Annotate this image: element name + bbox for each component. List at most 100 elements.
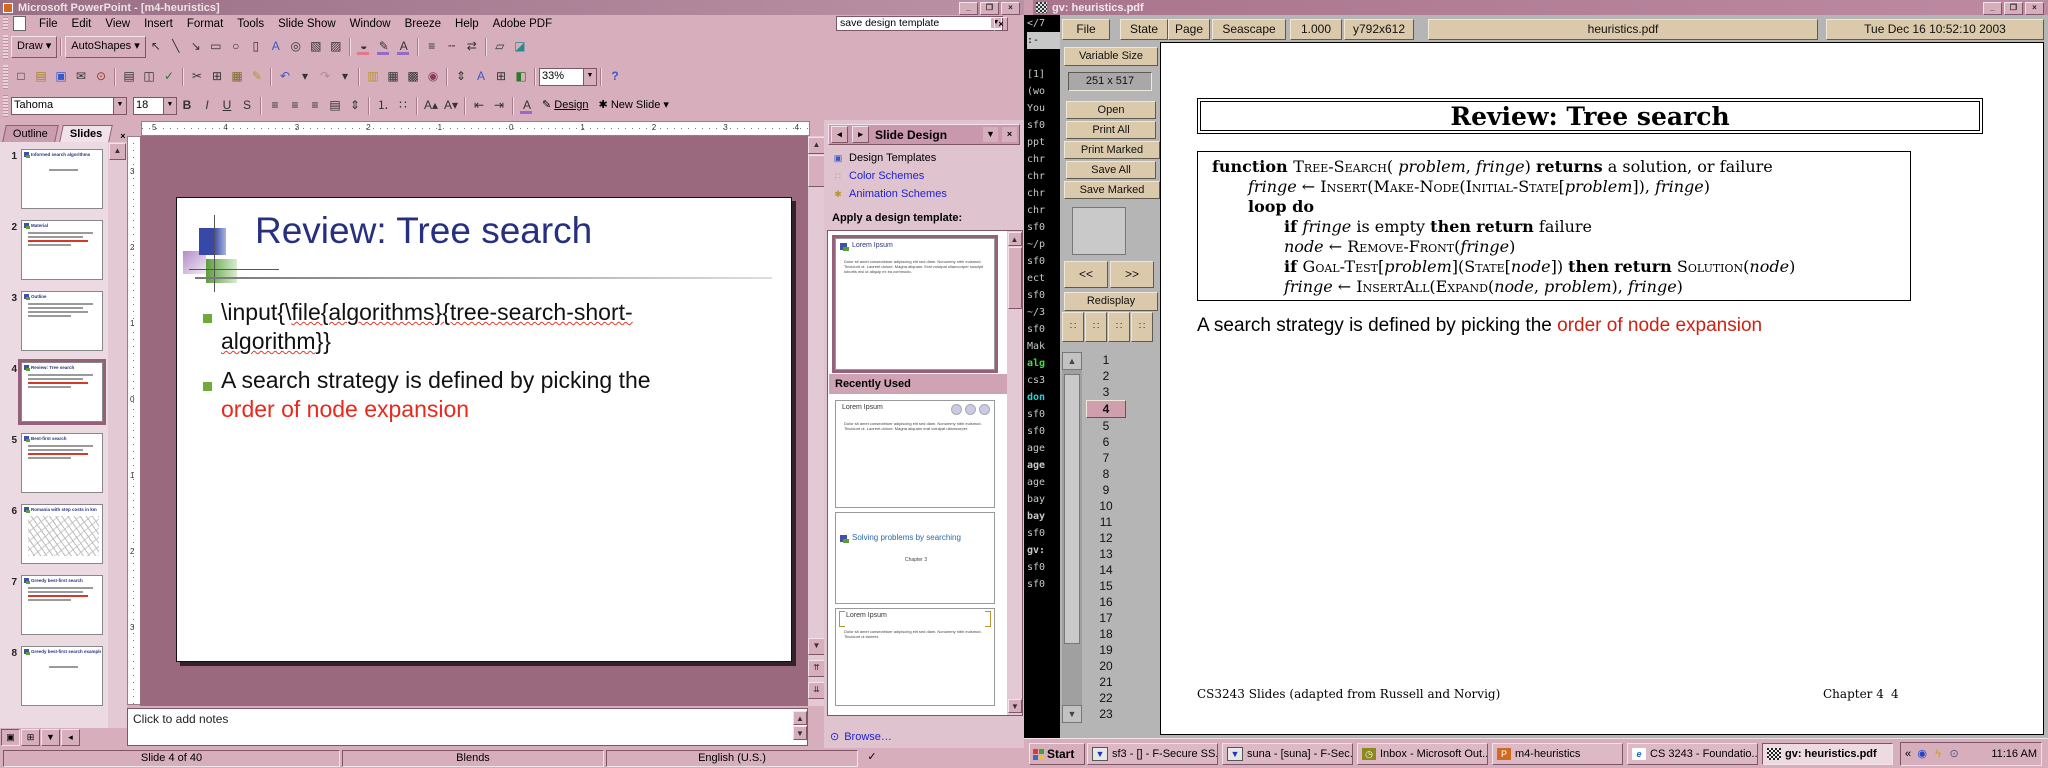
gv-page-number-7[interactable]: 7: [1086, 450, 1126, 466]
decrease-font-icon[interactable]: A▾: [442, 97, 460, 115]
search-tray-icon[interactable]: ⊙: [1947, 747, 1961, 761]
xterm-window[interactable]: </7:- [1](woYousf0pptchrchrchrchrsf0~/ps…: [1024, 15, 1060, 738]
scroll-up-icon[interactable]: ▲: [1008, 232, 1022, 246]
dash-style-icon[interactable]: ╌: [443, 38, 461, 56]
thumbnails-scrollbar[interactable]: ▲: [108, 142, 127, 728]
notes-scrollbar[interactable]: ▲ ▼: [793, 710, 807, 744]
clip-art-icon[interactable]: ▧: [307, 38, 325, 56]
start-button[interactable]: Start: [1029, 743, 1085, 765]
forward-icon[interactable]: ▸: [852, 126, 869, 143]
menu-file[interactable]: File: [32, 17, 65, 31]
gv-page-number-17[interactable]: 17: [1086, 610, 1126, 626]
gv-media-button[interactable]: y792x612: [1344, 19, 1414, 40]
cut-icon[interactable]: ✂: [188, 68, 206, 86]
gv-pagelist-scrollbar[interactable]: ▲ ▼: [1062, 352, 1082, 723]
gv-save-all-button[interactable]: Save All: [1066, 161, 1156, 179]
toolbar-grip[interactable]: [3, 65, 8, 89]
taskbar-task-4[interactable]: Pm4-heuristics: [1492, 743, 1623, 765]
thumbnail-slide[interactable]: Best-first search: [21, 433, 103, 493]
template-list-scrollbar[interactable]: ▲ ▼: [1007, 231, 1022, 715]
menu-help[interactable]: Help: [448, 17, 486, 31]
gv-page-number-13[interactable]: 13: [1086, 546, 1126, 562]
gv-page-number-14[interactable]: 14: [1086, 562, 1126, 578]
gv-page-number-2[interactable]: 2: [1086, 368, 1126, 384]
insert-chart-icon[interactable]: ▥: [364, 68, 382, 86]
gv-page-number-9[interactable]: 9: [1086, 482, 1126, 498]
gv-next-page-button[interactable]: >>: [1110, 261, 1154, 288]
previous-slide-icon[interactable]: ⇈: [808, 660, 825, 677]
text-box-icon[interactable]: ▯: [247, 38, 265, 56]
wordart-icon[interactable]: A: [267, 38, 285, 56]
gv-page-number-10[interactable]: 10: [1086, 498, 1126, 514]
gv-mark-toggle-1[interactable]: ∷: [1062, 312, 1084, 342]
minimize-button[interactable]: _: [1983, 2, 2002, 15]
scrollbar-thumb[interactable]: [1008, 247, 1022, 309]
expand-all-icon[interactable]: ⇕: [452, 68, 470, 86]
zoom-combo[interactable]: 33%▼: [539, 68, 597, 86]
italic-icon[interactable]: I: [198, 97, 216, 115]
redo-dropdown-icon[interactable]: ▾: [336, 68, 354, 86]
font-name-combo[interactable]: Tahoma▼: [11, 97, 127, 115]
scrollbar-thumb[interactable]: [808, 155, 825, 187]
gv-file-button[interactable]: File: [1062, 19, 1110, 40]
numbering-icon[interactable]: ⒈: [374, 97, 392, 115]
slide-title-text[interactable]: Review: Tree search: [255, 210, 775, 252]
arrow-icon[interactable]: ↘: [187, 38, 205, 56]
font-color-icon[interactable]: A: [518, 97, 536, 115]
slide-thumbnail-3[interactable]: 3Outline: [0, 291, 108, 355]
gv-page-number-11[interactable]: 11: [1086, 514, 1126, 530]
close-button[interactable]: ×: [1001, 2, 1020, 15]
autoshapes-menu-button[interactable]: AutoShapes ▾: [65, 36, 146, 58]
thumbnail-slide[interactable]: Romania with step costs in km: [21, 504, 103, 564]
slide-thumbnail-4[interactable]: 4Review: Tree search: [0, 362, 108, 426]
gv-page-number-19[interactable]: 19: [1086, 642, 1126, 658]
gv-open-button[interactable]: Open: [1066, 101, 1156, 119]
menu-adobe-pdf[interactable]: Adobe PDF: [486, 17, 559, 31]
normal-view-button[interactable]: ▣: [1, 729, 20, 746]
task-pane-item-design-templates[interactable]: ▣Design Templates: [832, 150, 936, 166]
askbox-close-icon[interactable]: ×: [994, 17, 1008, 31]
gv-page-number-4[interactable]: 4: [1086, 400, 1126, 418]
thumbnail-slide[interactable]: Outline: [21, 291, 103, 351]
align-center-icon[interactable]: ≡: [286, 97, 304, 115]
gv-redisplay-button[interactable]: Redisplay: [1064, 292, 1158, 311]
slide[interactable]: Review: Tree search \input{\file{algorit…: [176, 197, 792, 662]
line-style-icon[interactable]: ≡: [423, 38, 441, 56]
bold-icon[interactable]: B: [178, 97, 196, 115]
template-recent-1[interactable]: Lorem Ipsum Dolor sit amet consectetuer …: [835, 400, 995, 508]
copy-icon[interactable]: ⊞: [208, 68, 226, 86]
maximize-button[interactable]: ❐: [2004, 2, 2023, 15]
font-color-icon[interactable]: A: [395, 38, 413, 56]
notes-pane[interactable]: Click to add notes: [127, 708, 808, 746]
thumbnail-slide[interactable]: Informed search algorithms: [21, 149, 103, 209]
draw-menu-button[interactable]: Draw ▾: [11, 36, 57, 58]
open-folder-icon[interactable]: ▤: [32, 68, 50, 86]
slide-bullet1-text[interactable]: \input{\file{algorithms}{tree-search-sho…: [221, 298, 781, 356]
design-button[interactable]: ✎ Design: [537, 96, 594, 116]
taskbar-task-3[interactable]: ◷Inbox - Microsoft Out...: [1357, 743, 1488, 765]
undo-icon[interactable]: ↶: [276, 68, 294, 86]
gv-page-number-16[interactable]: 16: [1086, 594, 1126, 610]
slide-sorter-view-button[interactable]: ⊞: [21, 729, 40, 746]
slide-thumbnail-7[interactable]: 7Greedy best-first search: [0, 575, 108, 639]
template-current[interactable]: Lorem Ipsum Dolor sit amet consectetuer …: [835, 238, 995, 370]
email-icon[interactable]: ✉: [72, 68, 90, 86]
diagram-icon[interactable]: ◎: [287, 38, 305, 56]
new-slide-button[interactable]: ✱ New Slide ▾: [594, 96, 674, 116]
picture-icon[interactable]: ▨: [327, 38, 345, 56]
toolbar-grip[interactable]: [3, 35, 8, 59]
scroll-down-icon[interactable]: ▼: [1008, 699, 1022, 713]
task-pane-close-icon[interactable]: ×: [1002, 127, 1017, 142]
gv-orientation-button[interactable]: Seascape: [1212, 19, 1286, 40]
gv-page-number-6[interactable]: 6: [1086, 434, 1126, 450]
gv-page-button[interactable]: Page: [1168, 19, 1210, 40]
slide-thumbnail-1[interactable]: 1Informed search algorithms: [0, 149, 108, 213]
decrease-indent-icon[interactable]: ⇤: [470, 97, 488, 115]
paste-icon[interactable]: ▦: [228, 68, 246, 86]
toolbar-grip[interactable]: [3, 95, 8, 117]
increase-font-icon[interactable]: A▴: [422, 97, 440, 115]
scroll-down-icon[interactable]: ▼: [808, 638, 825, 655]
gv-page-number-3[interactable]: 3: [1086, 384, 1126, 400]
gv-prev-page-button[interactable]: <<: [1064, 261, 1108, 288]
gv-page-locator[interactable]: [1072, 207, 1126, 255]
